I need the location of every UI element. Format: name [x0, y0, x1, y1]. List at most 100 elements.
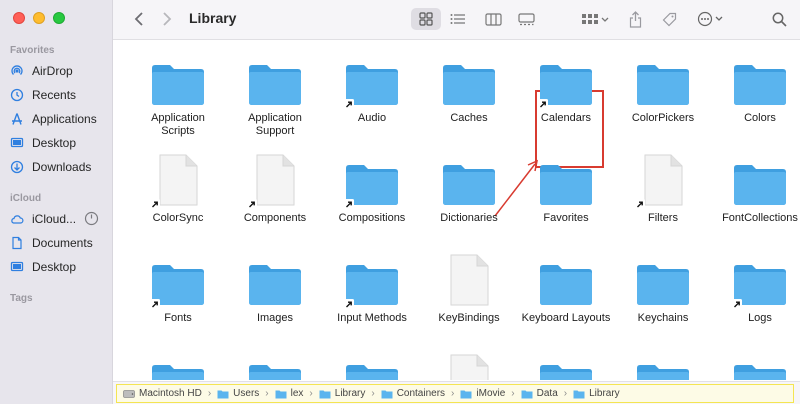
- minimize-window-button[interactable]: [33, 12, 45, 24]
- path-crumb[interactable]: Library: [319, 388, 365, 399]
- folder-item[interactable]: Audio: [324, 50, 420, 125]
- folder-icon: [344, 250, 400, 309]
- folder-icon: [247, 350, 303, 380]
- file-item[interactable]: ColorSync: [130, 150, 226, 225]
- list-view-button[interactable]: [446, 8, 470, 30]
- path-crumb[interactable]: Macintosh HD: [123, 388, 202, 399]
- folder-icon: [441, 150, 497, 206]
- clock-icon: [10, 88, 24, 102]
- zoom-window-button[interactable]: [53, 12, 65, 24]
- folder-item[interactable]: ColorPickers: [615, 50, 711, 125]
- sidebar-item-documents[interactable]: Documents: [10, 232, 93, 254]
- folder-item[interactable]: [712, 350, 800, 380]
- path-separator-icon: ›: [511, 388, 515, 399]
- tags-section-title: Tags: [10, 293, 33, 304]
- path-crumb[interactable]: Data: [521, 388, 558, 399]
- folder-item[interactable]: Compositions: [324, 150, 420, 225]
- folder-item[interactable]: FontCollections: [712, 150, 800, 225]
- item-label: Input Methods: [337, 312, 407, 324]
- path-crumb[interactable]: Containers: [381, 388, 445, 399]
- alias-arrow-icon: [538, 96, 548, 109]
- sidebar-item-icloud-desktop[interactable]: Desktop: [10, 256, 76, 278]
- path-crumb-label: Containers: [396, 388, 446, 399]
- icon-view-button[interactable]: [411, 8, 441, 30]
- folder-item[interactable]: Caches: [421, 50, 517, 125]
- file-item[interactable]: Filters: [615, 150, 711, 225]
- path-crumb[interactable]: Library: [573, 388, 620, 399]
- sidebar-item-icloud-drive[interactable]: iCloud...: [10, 208, 76, 230]
- folder-item[interactable]: [324, 350, 420, 380]
- folder-item[interactable]: [227, 350, 323, 380]
- path-crumb[interactable]: lex: [275, 388, 303, 399]
- alias-arrow-icon: [344, 296, 354, 309]
- folder-item[interactable]: Fonts: [130, 250, 226, 325]
- folder-icon: [635, 250, 691, 306]
- folder-icon: [150, 250, 206, 309]
- alias-arrow-icon: [150, 296, 160, 309]
- folder-item[interactable]: Input Methods: [324, 250, 420, 325]
- file-item[interactable]: [421, 350, 517, 380]
- folder-icon: [344, 50, 400, 109]
- tag-button[interactable]: [659, 8, 679, 30]
- document-icon: [247, 150, 303, 209]
- sync-progress-icon: [84, 211, 99, 226]
- share-button[interactable]: [625, 8, 645, 30]
- path-crumb-label: Macintosh HD: [139, 388, 202, 399]
- item-label: Images: [256, 312, 294, 324]
- sidebar: Favorites AirDrop Recents Applications D…: [0, 0, 113, 404]
- file-item[interactable]: Components: [227, 150, 323, 225]
- back-button[interactable]: [131, 8, 147, 30]
- search-button[interactable]: [769, 8, 789, 30]
- item-label: Keyboard Layouts: [521, 312, 611, 324]
- columns-icon: [484, 12, 502, 26]
- search-icon: [772, 12, 787, 27]
- folder-item[interactable]: Images: [227, 250, 323, 325]
- sidebar-item-recents[interactable]: Recents: [10, 84, 76, 106]
- item-label: Keychains: [637, 312, 689, 324]
- item-label: ColorPickers: [631, 112, 695, 124]
- action-menu-button[interactable]: [695, 8, 729, 30]
- path-separator-icon: ›: [207, 388, 212, 399]
- sidebar-item-label: Recents: [32, 88, 77, 102]
- alias-arrow-icon: [732, 296, 742, 309]
- folder-item[interactable]: Calendars: [518, 50, 614, 125]
- sidebar-item-desktop[interactable]: Desktop: [10, 132, 76, 154]
- sidebar-item-applications[interactable]: Applications: [10, 108, 97, 130]
- close-window-button[interactable]: [13, 12, 25, 24]
- item-label: Logs: [748, 312, 772, 324]
- path-bar: Macintosh HD › Users › lex › Library › Container…: [113, 381, 800, 404]
- sidebar-item-label: Applications: [32, 112, 97, 126]
- file-item[interactable]: KeyBindings: [421, 250, 517, 325]
- sidebar-item-label: Downloads: [32, 160, 92, 174]
- item-label: Audio: [357, 112, 387, 124]
- gallery-view-button[interactable]: [514, 8, 538, 30]
- folder-icon: [538, 250, 594, 306]
- folder-item[interactable]: [130, 350, 226, 380]
- path-crumb[interactable]: iMovie: [460, 388, 505, 399]
- path-separator-icon: ›: [371, 388, 375, 399]
- toolbar: Library: [113, 0, 800, 40]
- folder-item[interactable]: Dictionaries: [421, 150, 517, 225]
- grid-icon: [419, 12, 433, 26]
- folder-icon: [635, 350, 691, 380]
- sidebar-item-downloads[interactable]: Downloads: [10, 156, 91, 178]
- column-view-button[interactable]: [481, 8, 505, 30]
- sidebar-item-airdrop[interactable]: AirDrop: [10, 60, 73, 82]
- folder-item[interactable]: Favorites: [518, 150, 614, 225]
- desktop-icon: [10, 136, 24, 150]
- folder-icon: [732, 350, 788, 380]
- folder-item[interactable]: [518, 350, 614, 380]
- forward-button[interactable]: [159, 8, 175, 30]
- folder-item[interactable]: Application Support: [227, 50, 323, 138]
- downloads-icon: [10, 160, 24, 174]
- folder-item[interactable]: Application Scripts: [130, 50, 226, 138]
- folder-item[interactable]: Colors: [712, 50, 800, 125]
- folder-item[interactable]: Keychains: [615, 250, 711, 325]
- folder-item[interactable]: Keyboard Layouts: [518, 250, 614, 325]
- path-crumb[interactable]: Users: [217, 388, 259, 399]
- alias-arrow-icon: [150, 196, 160, 209]
- favorites-section-title: Favorites: [10, 45, 55, 56]
- folder-item[interactable]: [615, 350, 711, 380]
- folder-item[interactable]: Logs: [712, 250, 800, 325]
- group-by-button[interactable]: [579, 8, 613, 30]
